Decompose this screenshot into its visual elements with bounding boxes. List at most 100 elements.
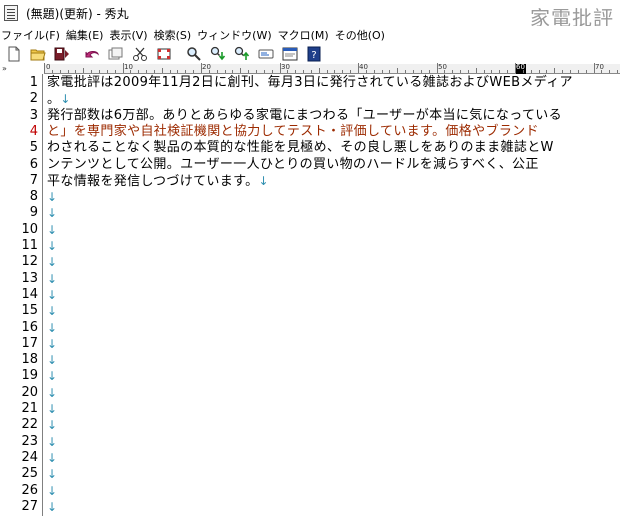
line-content: と」を専門家や自社検証機関と協力してテスト・評価しています。価格やブランド: [47, 123, 539, 139]
line-number: 12: [21, 254, 38, 270]
ruler-tick: [91, 70, 93, 73]
editor-line[interactable]: 17 ↓: [0, 336, 620, 352]
line-number: 21: [21, 401, 38, 416]
menu-other[interactable]: その他(O): [332, 27, 388, 43]
ruler-tick: [232, 70, 234, 73]
ruler-tick: [475, 68, 477, 73]
ruler-tick: [177, 70, 179, 73]
ruler-cursor-marker: 60: [516, 63, 526, 74]
text-editor[interactable]: 1 家電批評は2009年11月2日に創刊、毎月3日に発行されている雑誌およびWEB…: [0, 74, 620, 516]
hidemaru-app-icon[interactable]: [4, 5, 18, 21]
editor-line[interactable]: 11 ↓: [0, 238, 620, 254]
column-ruler[interactable]: 0 10 20 30 40 50 60 70: [44, 63, 620, 74]
newline-mark: ↓: [47, 271, 58, 286]
line-text: ↓: [47, 450, 57, 467]
newline-mark: ↓: [47, 434, 58, 449]
editor-line[interactable]: 9 ↓: [0, 205, 620, 221]
line-text: ↓: [47, 499, 57, 516]
ruler-tick: [310, 70, 312, 73]
cut-button[interactable]: [130, 45, 150, 63]
line-number: 18: [21, 352, 38, 368]
menu-view[interactable]: 表示(V): [106, 27, 150, 43]
editor-line[interactable]: 27 ↓: [0, 499, 620, 515]
ruler-tick: [287, 70, 289, 73]
newline-mark: ↓: [47, 418, 58, 433]
line-text: ↓: [47, 271, 57, 288]
toolbar: ?: [0, 44, 620, 64]
editor-line[interactable]: 19 ↓: [0, 368, 620, 384]
ruler-tick: [248, 70, 250, 73]
window-button[interactable]: [280, 45, 300, 63]
paste-button[interactable]: [154, 45, 174, 63]
ruler-tick: [420, 70, 422, 73]
search-button[interactable]: [184, 45, 204, 63]
search-up-icon: [234, 46, 250, 60]
menu-file[interactable]: ファイル(F): [0, 27, 63, 43]
editor-line[interactable]: 4 と」を専門家や自社検証機関と協力してテスト・評価しています。価格やブランド: [0, 124, 620, 140]
undo-button[interactable]: [82, 45, 102, 63]
grep-button[interactable]: [256, 45, 276, 63]
editor-line[interactable]: 12 ↓: [0, 254, 620, 270]
line-content: 平な情報を発信しつづけています。: [47, 173, 259, 189]
editor-line[interactable]: 15 ↓: [0, 303, 620, 319]
editor-line[interactable]: 13 ↓: [0, 271, 620, 287]
line-content: 。: [47, 92, 61, 108]
editor-line[interactable]: 1 家電批評は2009年11月2日に創刊、毎月3日に発行されている雑誌およびWEB…: [0, 75, 620, 91]
editor-line[interactable]: 10 ↓: [0, 222, 620, 238]
line-number: 7: [29, 172, 38, 188]
copy-button[interactable]: [106, 45, 126, 63]
editor-line[interactable]: 26 ↓: [0, 483, 620, 499]
ruler-tick: [318, 68, 320, 73]
ruler-tick: [358, 63, 359, 73]
editor-line[interactable]: 7 平な情報を発信しつづけています。↓: [0, 173, 620, 189]
line-text: ↓: [47, 352, 57, 369]
new-file-button[interactable]: [4, 45, 24, 63]
line-number: 25: [21, 466, 38, 482]
editor-line[interactable]: 14 ↓: [0, 287, 620, 303]
help-button[interactable]: ?: [304, 45, 324, 63]
editor-line[interactable]: 2 。↓: [0, 91, 620, 107]
menu-window[interactable]: ウィンドウ(W): [194, 27, 274, 43]
ruler-tick: [405, 70, 407, 73]
editor-line[interactable]: 5 わされることなく製品の本質的な性能を見極め、その良し悪しをありのまま雑誌とW: [0, 140, 620, 156]
search-down-button[interactable]: [208, 45, 228, 63]
editor-line[interactable]: 20 ↓: [0, 385, 620, 401]
menu-search[interactable]: 検索(S): [151, 27, 195, 43]
editor-line[interactable]: 24 ↓: [0, 450, 620, 466]
cut-icon: [133, 47, 147, 61]
line-text: ↓: [47, 303, 57, 320]
ruler-tick: [193, 70, 195, 73]
title-bar: (無題)(更新) - 秀丸 家電批評: [0, 0, 620, 30]
editor-line[interactable]: 23 ↓: [0, 434, 620, 450]
line-number: 1: [29, 75, 38, 90]
editor-line[interactable]: 16 ↓: [0, 320, 620, 336]
editor-line[interactable]: 8 ↓: [0, 189, 620, 205]
line-text: 家電批評は2009年11月2日に創刊、毎月3日に発行されている雑誌およびWEBメ…: [47, 75, 573, 91]
newline-mark: ↓: [47, 450, 58, 465]
line-number: 9: [29, 205, 38, 221]
svg-text:?: ?: [311, 50, 316, 61]
editor-line[interactable]: 21 ↓: [0, 401, 620, 417]
ruler-tick: [240, 68, 242, 73]
line-text: ↓: [47, 222, 57, 239]
save-button[interactable]: [52, 45, 72, 63]
editor-line[interactable]: 3 発行部数は6万部。ありとあらゆる家電にまつわる「ユーザーが本当に気になっている: [0, 108, 620, 124]
ruler-tick: [546, 70, 548, 73]
ruler-tick: [585, 70, 587, 73]
line-number: 2: [29, 91, 38, 107]
line-content: ンテンツとして公開。ユーザー一人ひとりの買い物のハードルを減らすべく、公正: [47, 156, 539, 172]
menu-macro[interactable]: マクロ(M): [275, 27, 332, 43]
open-button[interactable]: [28, 45, 48, 63]
editor-line[interactable]: 25 ↓: [0, 466, 620, 482]
ruler-tick: [412, 70, 414, 73]
ruler-tick: [106, 70, 108, 73]
ruler-tick: [569, 70, 571, 73]
ruler-tick: [538, 70, 540, 73]
editor-line[interactable]: 22 ↓: [0, 417, 620, 433]
editor-line[interactable]: 18 ↓: [0, 352, 620, 368]
menu-edit[interactable]: 編集(E): [63, 27, 107, 43]
editor-line[interactable]: 6 ンテンツとして公開。ユーザー一人ひとりの買い物のハードルを減らすべく、公正: [0, 157, 620, 173]
newline-mark: ↓: [47, 206, 58, 221]
ruler-tick: [428, 70, 430, 73]
search-up-button[interactable]: [232, 45, 252, 63]
